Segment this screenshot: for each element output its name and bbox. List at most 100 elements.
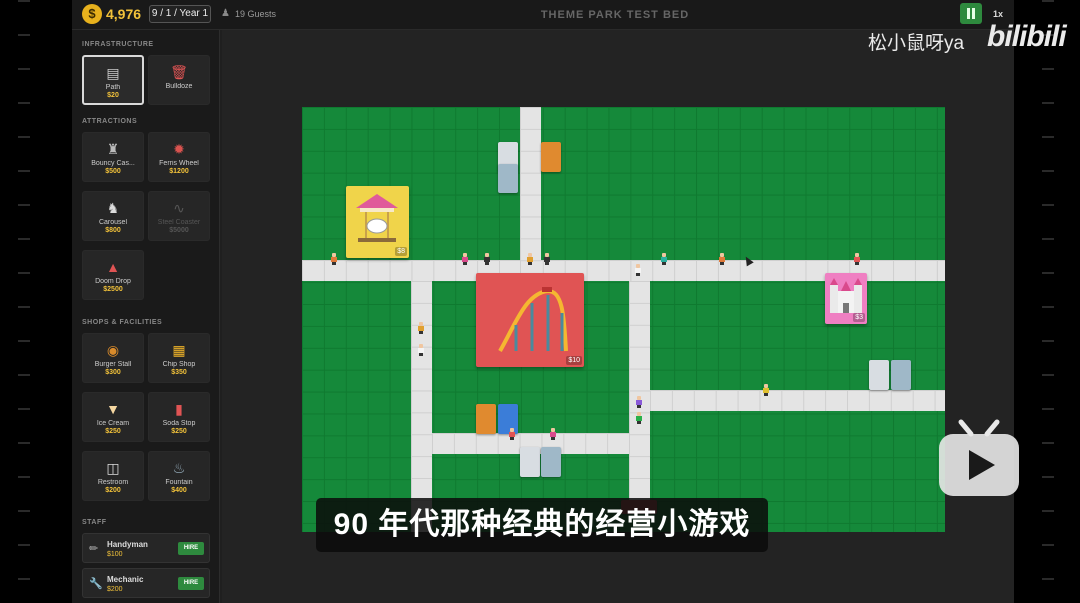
restroom-stall[interactable] bbox=[520, 447, 540, 477]
tool-label: Bulldoze bbox=[165, 83, 193, 90]
path-east bbox=[650, 390, 945, 411]
build-fountain[interactable]: ♨ Fountain $400 bbox=[148, 451, 210, 501]
fountain-stall[interactable] bbox=[498, 164, 518, 193]
guest[interactable] bbox=[719, 253, 725, 265]
guest[interactable] bbox=[661, 253, 667, 265]
build-ferris-wheel[interactable]: ✹ Ferris Wheel $1200 bbox=[148, 132, 210, 182]
fountain-stall[interactable] bbox=[541, 447, 561, 477]
tool-price: $400 bbox=[171, 487, 187, 494]
ride-price: $10 bbox=[566, 356, 582, 365]
guest[interactable] bbox=[527, 253, 533, 265]
tool-label: Path bbox=[105, 84, 121, 91]
guest[interactable] bbox=[544, 253, 550, 265]
staff-name: Mechanic bbox=[107, 575, 144, 584]
section-label-shops: SHOPS & FACILITIES bbox=[82, 319, 163, 326]
tool-price: $250 bbox=[171, 428, 187, 435]
toilet-icon: ◫ bbox=[106, 460, 120, 476]
build-ice-cream[interactable]: ▼ Ice Cream $250 bbox=[82, 392, 144, 442]
guest[interactable] bbox=[509, 428, 515, 440]
right-margin-decoration bbox=[1042, 0, 1056, 603]
uploader-watermark: 松小鼠呀ya bbox=[868, 33, 965, 54]
build-steel-coaster[interactable]: ∿ Steel Coaster $5000 bbox=[148, 191, 210, 241]
tool-price: $300 bbox=[105, 369, 121, 376]
tool-label: Doom Drop bbox=[95, 278, 131, 285]
tool-price: $1200 bbox=[169, 168, 189, 175]
speed-toggle[interactable]: 1x bbox=[993, 9, 1003, 19]
tool-label: Ferris Wheel bbox=[159, 160, 199, 167]
build-chip-shop[interactable]: ▦ Chip Shop $350 bbox=[148, 333, 210, 383]
fountain-stall[interactable] bbox=[891, 360, 911, 390]
fountain-icon: ♨ bbox=[172, 460, 186, 476]
tool-price: $350 bbox=[171, 369, 187, 376]
build-sidebar bbox=[72, 30, 220, 603]
tool-label: Fountain bbox=[165, 479, 193, 486]
tool-label: Carousel bbox=[98, 219, 127, 226]
tool-price: $20 bbox=[107, 92, 119, 99]
guest[interactable] bbox=[484, 253, 490, 265]
tool-price: $200 bbox=[105, 487, 121, 494]
tool-label: Bouncy Cas... bbox=[91, 160, 135, 167]
section-label-staff: STAFF bbox=[82, 519, 107, 526]
staff-price: $200 bbox=[107, 586, 123, 593]
broom-icon: ✏ bbox=[89, 543, 99, 555]
build-bouncy-castle[interactable]: ♜ Bouncy Cas... $500 bbox=[82, 132, 144, 182]
castle-icon: ♜ bbox=[106, 141, 120, 157]
tool-bulldoze[interactable]: 🗑 Bulldoze bbox=[148, 55, 210, 105]
restroom-stall[interactable] bbox=[869, 360, 889, 390]
coin-icon: $ bbox=[82, 4, 102, 24]
tool-label: Restroom bbox=[97, 479, 129, 486]
tool-label: Ice Cream bbox=[96, 420, 130, 427]
ride-price: $3 bbox=[853, 313, 865, 322]
tool-path[interactable]: ▤ Path $20 bbox=[82, 55, 144, 105]
bouncy-castle-ride[interactable]: $3 bbox=[825, 273, 867, 324]
guest[interactable] bbox=[462, 253, 468, 265]
staff-price: $100 bbox=[107, 551, 123, 558]
guest[interactable] bbox=[635, 264, 641, 276]
soda-icon: ▮ bbox=[175, 401, 183, 417]
burger-stall[interactable] bbox=[476, 404, 496, 434]
build-soda-stop[interactable]: ▮ Soda Stop $250 bbox=[148, 392, 210, 442]
tool-price: $5000 bbox=[169, 227, 189, 234]
guest[interactable] bbox=[636, 396, 642, 408]
guest[interactable] bbox=[854, 253, 860, 265]
video-subtitle: 90 年代那种经典的经营小游戏 bbox=[316, 498, 768, 552]
pause-button[interactable] bbox=[960, 3, 982, 24]
build-carousel[interactable]: ♞ Carousel $800 bbox=[82, 191, 144, 241]
date-display: 9 / 1 / Year 1 bbox=[149, 5, 211, 23]
guest[interactable] bbox=[763, 384, 769, 396]
hire-mechanic-button[interactable]: HIRE bbox=[178, 577, 204, 590]
guest[interactable] bbox=[550, 428, 556, 440]
build-restroom[interactable]: ◫ Restroom $200 bbox=[82, 451, 144, 501]
carousel-ride[interactable]: $8 bbox=[346, 186, 409, 258]
drop-tower-icon: ▲ bbox=[106, 259, 120, 275]
guest[interactable] bbox=[636, 412, 642, 424]
soda-stall[interactable] bbox=[498, 404, 518, 434]
burger-icon: ◉ bbox=[106, 342, 120, 358]
tool-price: $250 bbox=[105, 428, 121, 435]
build-burger-stall[interactable]: ◉ Burger Stall $300 bbox=[82, 333, 144, 383]
staff-row-handyman: ✏ Handyman $100 HIRE bbox=[82, 533, 210, 563]
build-doom-drop[interactable]: ▲ Doom Drop $2500 bbox=[82, 250, 144, 300]
coaster-icon: ∿ bbox=[173, 200, 185, 216]
staff-row-mechanic: 🔧 Mechanic $200 HIRE bbox=[82, 568, 210, 598]
hire-handyman-button[interactable]: HIRE bbox=[178, 542, 204, 555]
ride-price: $8 bbox=[395, 247, 407, 256]
fries-icon: ▦ bbox=[172, 342, 186, 358]
tool-price: $800 bbox=[105, 227, 121, 234]
guest[interactable] bbox=[418, 344, 424, 356]
app-window: $ 4,976 9 / 1 / Year 1 ♟ 19 Guests THEME… bbox=[0, 0, 1080, 603]
wrench-icon: 🔧 bbox=[89, 578, 103, 590]
guest[interactable] bbox=[331, 253, 337, 265]
tool-label: Soda Stop bbox=[162, 420, 196, 427]
tool-label: Burger Stall bbox=[94, 361, 132, 368]
guest[interactable] bbox=[418, 322, 424, 334]
steel-coaster-ride[interactable]: $10 bbox=[476, 273, 584, 367]
tool-label: Chip Shop bbox=[162, 361, 196, 368]
staff-name: Handyman bbox=[107, 540, 148, 549]
path-center bbox=[629, 281, 650, 501]
park-title: THEME PARK TEST BED bbox=[540, 9, 690, 21]
ice-cream-icon: ▼ bbox=[106, 401, 120, 417]
left-margin-decoration bbox=[18, 0, 32, 603]
guests-icon: ♟ bbox=[221, 8, 230, 19]
burger-stall[interactable] bbox=[541, 142, 561, 172]
